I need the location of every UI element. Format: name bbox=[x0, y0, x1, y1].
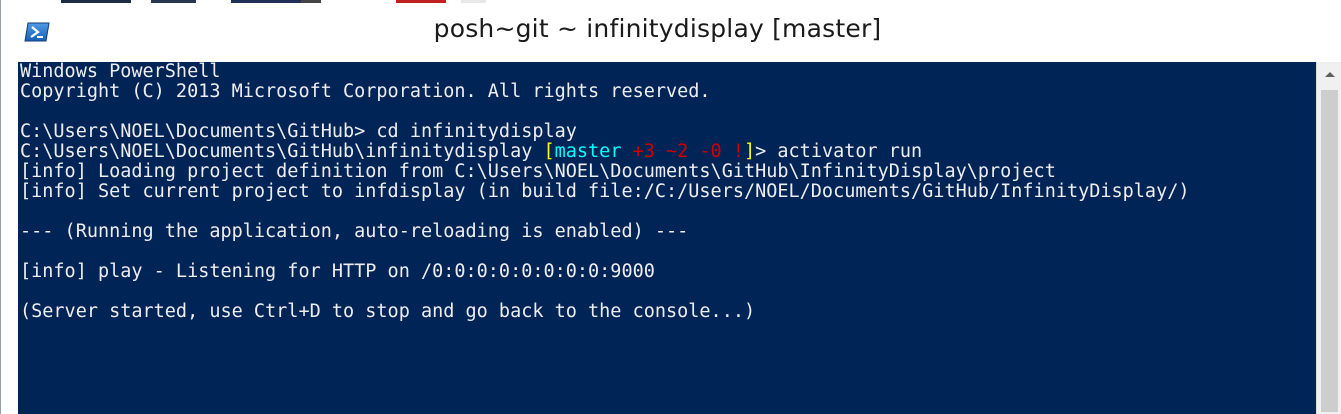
git-status: +3 ~2 -0 ! bbox=[621, 141, 744, 162]
scroll-up-arrow-icon[interactable] bbox=[1317, 62, 1341, 88]
top-edge-strip bbox=[1, 0, 1341, 3]
vertical-scrollbar[interactable] bbox=[1316, 62, 1341, 414]
console-line: [info] play - Listening for HTTP on /0:0… bbox=[20, 261, 655, 282]
window-title-text: posh~git ~ infinitydisplay [master] bbox=[433, 14, 882, 43]
console-line: (Server started, use Ctrl+D to stop and … bbox=[20, 301, 756, 322]
powershell-window: posh~git ~ infinitydisplay [master] Wind… bbox=[0, 0, 1341, 414]
window-title: posh~git ~ infinitydisplay [master] bbox=[1, 14, 1341, 43]
prompt-line: C:\Users\NOEL\Documents\GitHub\infinityd… bbox=[20, 142, 1316, 162]
console-line: [info] Loading project definition from C… bbox=[20, 161, 1056, 182]
console-line: --- (Running the application, auto-reloa… bbox=[20, 221, 689, 242]
console-output[interactable]: Windows PowerShell Copyright (C) 2013 Mic… bbox=[18, 62, 1316, 414]
prompt-path: C:\Users\NOEL\Documents\GitHub\infinityd… bbox=[20, 141, 544, 162]
console-line: C:\Users\NOEL\Documents\GitHub> cd infin… bbox=[20, 121, 577, 142]
console-text: Windows PowerShell Copyright (C) 2013 Mic… bbox=[18, 62, 1316, 322]
scrollbar-thumb[interactable] bbox=[1321, 90, 1338, 412]
git-branch-name: master bbox=[554, 141, 622, 162]
console-line: Copyright (C) 2013 Microsoft Corporation… bbox=[20, 81, 711, 102]
console-line: [info] Set current project to infdisplay… bbox=[20, 181, 1190, 202]
console-line: Windows PowerShell bbox=[20, 62, 221, 82]
prompt-command: > activator run bbox=[755, 141, 923, 162]
git-bracket-close: ] bbox=[743, 141, 756, 162]
git-bracket-open: [ bbox=[543, 141, 555, 162]
title-bar[interactable]: posh~git ~ infinitydisplay [master] bbox=[1, 0, 1341, 62]
